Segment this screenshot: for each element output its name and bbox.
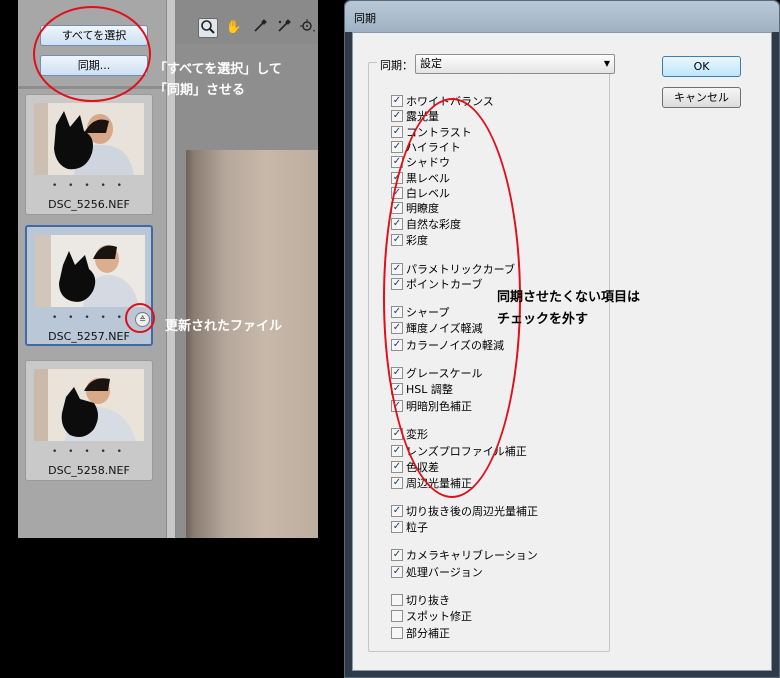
white-balance-icon[interactable] <box>250 18 270 38</box>
sync-item-label: 粒子 <box>406 521 428 534</box>
sync-item-row[interactable]: ✓ カメラキャリブレーション <box>391 547 538 563</box>
target-adjust-icon[interactable] <box>298 18 318 38</box>
rating-dots[interactable]: • • • • • <box>26 447 152 457</box>
thumbnail-image <box>34 369 144 441</box>
annotation-updated-file: 更新されたファイル <box>165 319 283 334</box>
sync-item-label: 切り抜き後の周辺光量補正 <box>406 505 538 518</box>
annotation-line: チェックを外す <box>497 312 589 327</box>
checkbox-checked-icon[interactable]: ✓ <box>391 126 403 138</box>
thumbnail-image <box>34 103 144 175</box>
hand-icon[interactable]: ✋ <box>224 18 244 38</box>
checkbox-checked-icon[interactable]: ✓ <box>391 477 403 489</box>
dialog-title: 同期 <box>354 12 376 25</box>
annotation-line: 「すべてを選択」して <box>154 62 282 77</box>
sync-item-label: 切り抜き <box>406 594 450 607</box>
preset-label: 同期： <box>377 57 416 73</box>
sync-item-row[interactable]: ✓ 処理バージョン <box>391 564 483 580</box>
checkbox-checked-icon[interactable]: ✓ <box>391 95 403 107</box>
checkbox-checked-icon[interactable]: ✓ <box>391 521 403 533</box>
chevron-down-icon: ▼ <box>603 59 610 68</box>
sync-item-row[interactable]: スポット修正 <box>391 608 472 624</box>
checkbox-unchecked-icon[interactable] <box>391 594 403 606</box>
filmstrip-thumbnail[interactable]: • • • • • DSC_5258.NEF <box>25 360 153 481</box>
cancel-button[interactable]: キャンセル <box>662 87 741 108</box>
sync-item-label: 処理バージョン <box>406 566 483 579</box>
sync-item-row[interactable]: ✓ 切り抜き後の周辺光量補正 <box>391 503 538 519</box>
annotation-circle-badge <box>125 303 155 333</box>
checkbox-checked-icon[interactable]: ✓ <box>391 141 403 153</box>
dialog-titlebar[interactable]: 同期 <box>345 1 779 32</box>
sync-item-label: カメラキャリブレーション <box>406 549 538 562</box>
sync-item-label: スポット修正 <box>406 610 472 623</box>
checkbox-checked-icon[interactable]: ✓ <box>391 110 403 122</box>
thumbnail-filename: DSC_5256.NEF <box>48 198 130 211</box>
preset-value: 設定 <box>420 57 442 70</box>
annotation-line: 「同期」させる <box>154 83 246 98</box>
tool-bar: ✋ <box>176 14 318 42</box>
ok-button[interactable]: OK <box>662 56 741 77</box>
checkbox-checked-icon[interactable]: ✓ <box>391 549 403 561</box>
color-sampler-icon[interactable] <box>274 18 294 38</box>
preview-image <box>186 150 318 538</box>
annotation-line: 同期させたくない項目は <box>497 290 641 305</box>
thumbnail-image <box>35 235 145 307</box>
filmstrip-thumbnail[interactable]: • • • • • DSC_5256.NEF <box>25 94 153 215</box>
thumbnail-filename: DSC_5257.NEF <box>48 330 130 343</box>
sync-item-row[interactable]: 切り抜き <box>391 592 450 608</box>
annotation-circle-buttons <box>33 6 151 102</box>
annotation-select-sync: 「すべてを選択」して 「同期」させる <box>154 59 282 101</box>
checkbox-checked-icon[interactable]: ✓ <box>391 445 403 457</box>
checkbox-checked-icon[interactable]: ✓ <box>391 505 403 517</box>
annotation-uncheck: 同期させたくない項目は チェックを外す <box>497 287 640 331</box>
checkbox-unchecked-icon[interactable] <box>391 627 403 639</box>
sync-item-row[interactable]: ✓ 粒子 <box>391 519 428 535</box>
checkbox-checked-icon[interactable]: ✓ <box>391 461 403 473</box>
checkbox-unchecked-icon[interactable] <box>391 610 403 622</box>
checkbox-checked-icon[interactable]: ✓ <box>391 566 403 578</box>
sync-item-row[interactable]: 部分補正 <box>391 625 450 641</box>
rating-dots[interactable]: • • • • • <box>26 181 152 191</box>
zoom-icon[interactable] <box>198 18 218 38</box>
thumbnail-filename: DSC_5258.NEF <box>48 464 130 477</box>
preset-select[interactable]: 設定 ▼ <box>415 54 615 74</box>
sync-item-label: 部分補正 <box>406 627 450 640</box>
